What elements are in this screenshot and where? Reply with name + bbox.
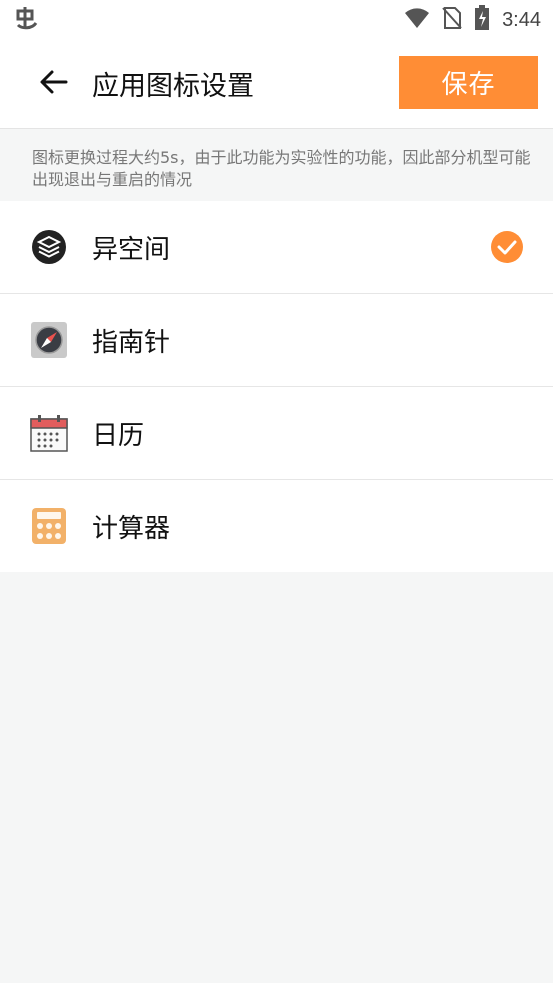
- status-bar: 3:44: [0, 0, 553, 38]
- back-arrow-icon[interactable]: [38, 66, 70, 98]
- app-header: 应用图标设置 保存: [0, 38, 553, 129]
- icon-option-layers[interactable]: 异空间: [0, 201, 553, 294]
- icon-option-calendar[interactable]: 日历: [0, 387, 553, 480]
- app-logo-icon: [14, 5, 42, 39]
- no-sim-icon: [442, 6, 462, 34]
- calendar-icon: [30, 414, 68, 452]
- status-time: 3:44: [502, 8, 541, 31]
- icon-option-calculator[interactable]: 计算器: [0, 480, 553, 572]
- icon-option-compass[interactable]: 指南针: [0, 294, 553, 387]
- icon-option-label: 异空间: [92, 234, 171, 265]
- save-button[interactable]: 保存: [399, 56, 538, 109]
- page-title: 应用图标设置: [92, 71, 254, 102]
- notice-text: 图标更换过程大约5s，由于此功能为实验性的功能，因此部分机型可能出现退出与重启的…: [0, 129, 553, 201]
- layers-icon: [30, 228, 68, 266]
- calculator-icon: [30, 507, 68, 545]
- battery-charging-icon: [474, 5, 490, 35]
- icon-option-label: 日历: [92, 420, 145, 451]
- checkmark-icon: [491, 231, 523, 263]
- icon-option-label: 指南针: [92, 327, 171, 358]
- compass-icon: [30, 321, 68, 359]
- icon-option-label: 计算器: [92, 513, 171, 544]
- wifi-icon: [404, 7, 430, 33]
- icon-option-list: 异空间 指南针 日历 计算器: [0, 201, 553, 572]
